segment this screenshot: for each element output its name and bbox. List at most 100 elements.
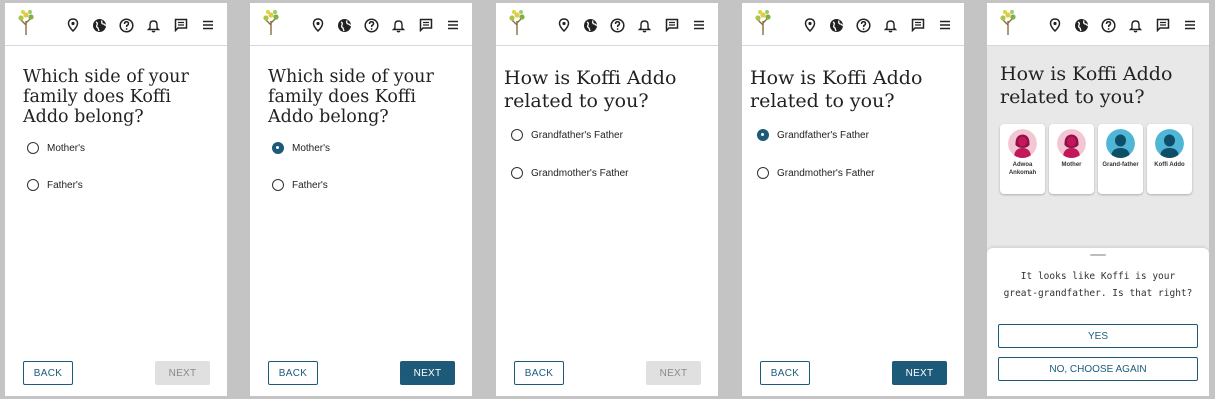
bell-icon[interactable] [385, 15, 412, 35]
messages-icon[interactable] [658, 15, 685, 35]
option-fathers[interactable]: Father's [272, 179, 328, 191]
bell-icon[interactable] [140, 15, 167, 35]
person-card: Adwoa Ankomah [1000, 124, 1045, 194]
messages-icon[interactable] [167, 15, 194, 35]
person-card: Koffi Addo [1147, 124, 1192, 194]
option-label: Grandfather's Father [777, 129, 869, 141]
help-icon[interactable] [1095, 15, 1122, 35]
option-fathers[interactable]: Father's [27, 179, 83, 191]
radio-button[interactable] [27, 142, 39, 154]
globe-icon[interactable] [1068, 15, 1095, 35]
question-heading: How is Koffi Addo related to you? [1000, 63, 1173, 108]
option-grandfathers-father[interactable]: Grandfather's Father [511, 129, 623, 141]
confirmation-message: It looks like Koffi is your great-grandf… [1003, 271, 1193, 299]
screen-5: How is Koffi Addo related to you? Adwoa … [987, 3, 1209, 396]
location-pin-icon[interactable] [550, 15, 577, 35]
help-icon[interactable] [358, 15, 385, 35]
globe-icon[interactable] [823, 15, 850, 35]
next-button[interactable]: NEXT [892, 361, 947, 385]
question-heading: How is Koffi Addo related to you? [504, 67, 677, 112]
option-label: Grandfather's Father [531, 129, 623, 141]
menu-icon[interactable] [685, 15, 712, 35]
family-tree-logo[interactable] [997, 9, 1019, 35]
messages-icon[interactable] [1149, 15, 1176, 35]
radio-button-selected[interactable] [272, 142, 284, 154]
location-pin-icon[interactable] [1041, 15, 1068, 35]
menu-icon[interactable] [194, 15, 221, 35]
family-tree-logo[interactable] [752, 9, 774, 35]
person-name: Mother [1061, 162, 1082, 168]
radio-button-selected[interactable] [757, 129, 769, 141]
back-button[interactable]: BACK [760, 361, 810, 385]
radio-button[interactable] [272, 179, 284, 191]
globe-icon[interactable] [86, 15, 113, 35]
location-pin-icon[interactable] [304, 15, 331, 35]
next-button[interactable]: NEXT [155, 361, 210, 385]
bell-icon[interactable] [877, 15, 904, 35]
person-card: Grand-father [1098, 124, 1143, 194]
screen-4: How is Koffi Addo related to you? Grandf… [742, 3, 964, 396]
female-avatar-icon [1008, 129, 1037, 158]
menu-icon[interactable] [931, 15, 958, 35]
option-mothers[interactable]: Mother's [272, 142, 330, 154]
radio-button[interactable] [511, 167, 523, 179]
option-label: Father's [47, 179, 83, 191]
top-bar [987, 3, 1209, 46]
option-grandmothers-father[interactable]: Grandmother's Father [511, 167, 629, 179]
next-button[interactable]: NEXT [400, 361, 455, 385]
screen-1: Which side of your family does Koffi Add… [5, 3, 227, 396]
top-bar [5, 3, 227, 46]
help-icon[interactable] [113, 15, 140, 35]
menu-icon[interactable] [1176, 15, 1203, 35]
screen-2: Which side of your family does Koffi Add… [250, 3, 472, 396]
relationship-path: Adwoa Ankomah Mother Grand-father Koffi … [1000, 124, 1192, 194]
top-bar [742, 3, 964, 46]
back-button[interactable]: BACK [23, 361, 73, 385]
next-button[interactable]: NEXT [646, 361, 701, 385]
menu-icon[interactable] [439, 15, 466, 35]
male-avatar-icon [1155, 129, 1184, 158]
bell-icon[interactable] [1122, 15, 1149, 35]
messages-icon[interactable] [904, 15, 931, 35]
back-button[interactable]: BACK [268, 361, 318, 385]
option-label: Mother's [47, 142, 86, 154]
screen-3: How is Koffi Addo related to you? Grandf… [496, 3, 718, 396]
messages-icon[interactable] [412, 15, 439, 35]
female-avatar-icon [1057, 129, 1086, 158]
radio-button[interactable] [757, 167, 769, 179]
option-grandfathers-father[interactable]: Grandfather's Father [757, 129, 869, 141]
person-name: Koffi Addo [1154, 162, 1185, 168]
globe-icon[interactable] [577, 15, 604, 35]
bell-icon[interactable] [631, 15, 658, 35]
option-label: Father's [292, 179, 328, 191]
radio-button[interactable] [511, 129, 523, 141]
location-pin-icon[interactable] [59, 15, 86, 35]
yes-button[interactable]: YES [998, 324, 1198, 348]
top-bar [496, 3, 718, 46]
confirmation-sheet: It looks like Koffi is your great-grandf… [987, 248, 1209, 396]
option-label: Grandmother's Father [777, 167, 875, 179]
option-grandmothers-father[interactable]: Grandmother's Father [757, 167, 875, 179]
person-name: Grand-father [1102, 162, 1139, 168]
option-label: Grandmother's Father [531, 167, 629, 179]
person-name: Adwoa Ankomah [1008, 162, 1037, 176]
radio-button[interactable] [27, 179, 39, 191]
globe-icon[interactable] [331, 15, 358, 35]
help-icon[interactable] [850, 15, 877, 35]
family-tree-logo[interactable] [506, 9, 528, 35]
family-tree-logo[interactable] [15, 9, 37, 35]
help-icon[interactable] [604, 15, 631, 35]
male-avatar-icon [1106, 129, 1135, 158]
back-button[interactable]: BACK [514, 361, 564, 385]
question-heading: Which side of your family does Koffi Add… [268, 67, 434, 127]
top-bar [250, 3, 472, 46]
choose-again-button[interactable]: NO, CHOOSE AGAIN [998, 357, 1198, 381]
drag-handle[interactable] [1090, 254, 1106, 256]
family-tree-logo[interactable] [260, 9, 282, 35]
option-label: Mother's [292, 142, 331, 154]
question-heading: How is Koffi Addo related to you? [750, 67, 923, 112]
location-pin-icon[interactable] [796, 15, 823, 35]
person-card: Mother [1049, 124, 1094, 194]
option-mothers[interactable]: Mother's [27, 142, 85, 154]
question-heading: Which side of your family does Koffi Add… [23, 67, 189, 127]
